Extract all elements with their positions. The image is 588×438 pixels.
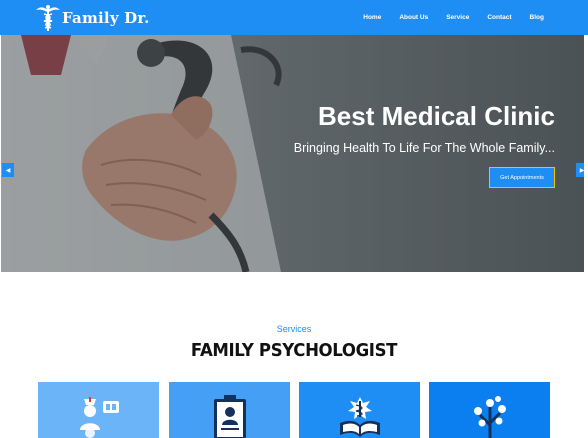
nav-blog[interactable]: Blog [530,14,544,21]
medical-staff-icon [79,397,119,438]
service-cards [38,382,550,438]
nav-about-us[interactable]: About Us [399,14,428,21]
nav-service[interactable]: Service [446,14,469,21]
service-card[interactable] [299,382,420,438]
caduceus-icon [36,4,60,31]
chevron-right-icon: ▶ [579,167,584,174]
medical-book-icon [339,397,380,437]
service-card[interactable] [429,382,550,438]
slider-next-button[interactable]: ▶ [576,163,584,177]
main-nav: Home About Us Service Contact Blog [345,0,544,35]
get-appointments-button[interactable]: Get Appointments [489,167,555,188]
hero-title: Best Medical Clinic [318,101,555,131]
services-eyebrow: Services [276,324,312,334]
id-badge-icon [213,395,246,438]
top-navbar: Family Dr. Home About Us Service Contact… [0,0,588,35]
logo[interactable]: Family Dr. [34,2,150,33]
hero-slider: Best Medical Clinic Bringing Health To L… [1,35,584,272]
service-card[interactable] [169,382,290,438]
section-title: FAMILY PSYCHOLOGIST [190,340,398,361]
nav-home[interactable]: Home [363,14,381,21]
chevron-left-icon: ◀ [5,167,11,174]
slider-prev-button[interactable]: ◀ [2,163,14,177]
brand-name: Family Dr. [62,8,150,27]
nav-contact[interactable]: Contact [487,14,511,21]
hero-subtitle: Bringing Health To Life For The Whole Fa… [293,141,555,155]
family-tree-icon [473,396,506,438]
service-card[interactable] [38,382,159,438]
